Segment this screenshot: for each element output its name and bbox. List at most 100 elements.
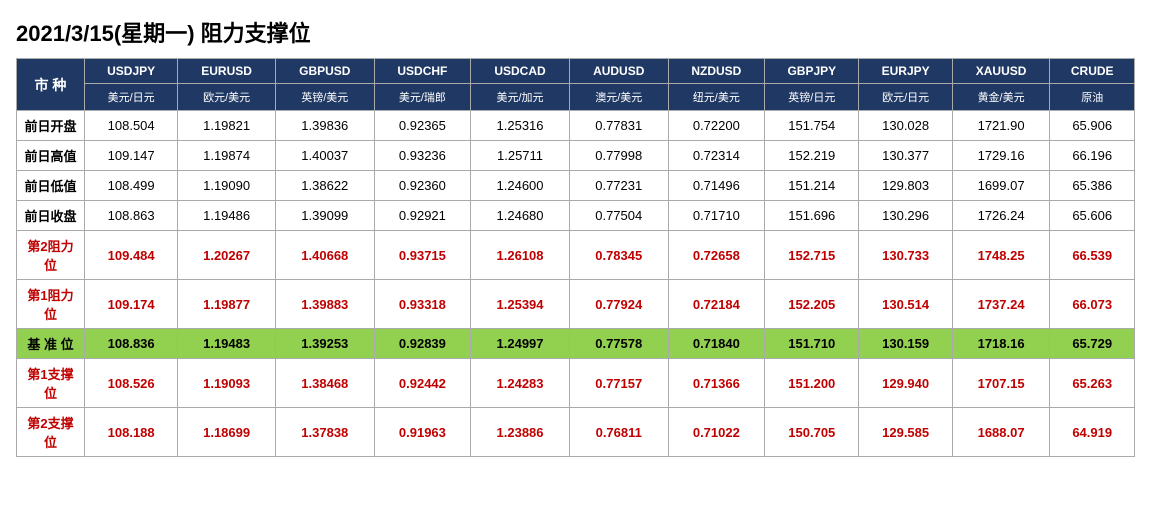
header-usdjpy: USDJPY [85, 59, 178, 84]
cell-4-audusd: 0.78345 [569, 231, 668, 280]
cell-4-usdjpy: 109.484 [85, 231, 178, 280]
table-row: 前日收盘108.8631.194861.390990.929211.246800… [17, 201, 1135, 231]
cell-6-eurjpy: 130.159 [859, 329, 952, 359]
header-nzdusd: NZDUSD [668, 59, 765, 84]
header-sub-audusd: 澳元/美元 [569, 84, 668, 111]
cell-3-crude: 65.606 [1050, 201, 1135, 231]
cell-3-usdcad: 1.24680 [471, 201, 570, 231]
cell-5-usdjpy: 109.174 [85, 280, 178, 329]
row-label-2: 前日低值 [17, 171, 85, 201]
cell-5-eurusd: 1.19877 [178, 280, 276, 329]
cell-0-crude: 65.906 [1050, 111, 1135, 141]
cell-3-usdchf: 0.92921 [374, 201, 471, 231]
cell-7-usdjpy: 108.526 [85, 359, 178, 408]
cell-4-xauusd: 1748.25 [952, 231, 1050, 280]
cell-2-usdchf: 0.92360 [374, 171, 471, 201]
cell-8-crude: 64.919 [1050, 408, 1135, 457]
cell-2-eurjpy: 129.803 [859, 171, 952, 201]
cell-4-gbpusd: 1.40668 [275, 231, 374, 280]
table-row: 基 准 位108.8361.194831.392530.928391.24997… [17, 329, 1135, 359]
cell-2-nzdusd: 0.71496 [668, 171, 765, 201]
cell-4-usdcad: 1.26108 [471, 231, 570, 280]
table-row: 第1支撑位108.5261.190931.384680.924421.24283… [17, 359, 1135, 408]
cell-7-usdchf: 0.92442 [374, 359, 471, 408]
cell-8-nzdusd: 0.71022 [668, 408, 765, 457]
header-sub-usdchf: 美元/瑞郎 [374, 84, 471, 111]
cell-8-gbpjpy: 150.705 [765, 408, 859, 457]
cell-5-gbpusd: 1.39883 [275, 280, 374, 329]
cell-7-nzdusd: 0.71366 [668, 359, 765, 408]
cell-6-usdcad: 1.24997 [471, 329, 570, 359]
table-row: 第2阻力位109.4841.202671.406680.937151.26108… [17, 231, 1135, 280]
cell-1-nzdusd: 0.72314 [668, 141, 765, 171]
cell-1-usdcad: 1.25711 [471, 141, 570, 171]
cell-8-eurjpy: 129.585 [859, 408, 952, 457]
cell-1-eurusd: 1.19874 [178, 141, 276, 171]
header-sub-usdcad: 美元/加元 [471, 84, 570, 111]
cell-3-gbpjpy: 151.696 [765, 201, 859, 231]
table-row: 第1阻力位109.1741.198771.398830.933181.25394… [17, 280, 1135, 329]
cell-5-usdchf: 0.93318 [374, 280, 471, 329]
cell-5-usdcad: 1.25394 [471, 280, 570, 329]
cell-1-eurjpy: 130.377 [859, 141, 952, 171]
cell-1-xauusd: 1729.16 [952, 141, 1050, 171]
cell-5-nzdusd: 0.72184 [668, 280, 765, 329]
cell-5-eurjpy: 130.514 [859, 280, 952, 329]
cell-8-eurusd: 1.18699 [178, 408, 276, 457]
row-label-4: 第2阻力位 [17, 231, 85, 280]
row-label-3: 前日收盘 [17, 201, 85, 231]
cell-4-nzdusd: 0.72658 [668, 231, 765, 280]
cell-4-usdchf: 0.93715 [374, 231, 471, 280]
cell-7-eurjpy: 129.940 [859, 359, 952, 408]
row-label-0: 前日开盘 [17, 111, 85, 141]
price-table: 市 种USDJPYEURUSDGBPUSDUSDCHFUSDCADAUDUSDN… [16, 58, 1135, 457]
header-audusd: AUDUSD [569, 59, 668, 84]
cell-5-crude: 66.073 [1050, 280, 1135, 329]
cell-0-audusd: 0.77831 [569, 111, 668, 141]
cell-3-eurusd: 1.19486 [178, 201, 276, 231]
cell-0-usdjpy: 108.504 [85, 111, 178, 141]
header-sub-eurjpy: 欧元/日元 [859, 84, 952, 111]
cell-0-usdchf: 0.92365 [374, 111, 471, 141]
cell-5-gbpjpy: 152.205 [765, 280, 859, 329]
cell-2-crude: 65.386 [1050, 171, 1135, 201]
cell-1-usdjpy: 109.147 [85, 141, 178, 171]
cell-0-gbpjpy: 151.754 [765, 111, 859, 141]
cell-7-eurusd: 1.19093 [178, 359, 276, 408]
cell-6-eurusd: 1.19483 [178, 329, 276, 359]
cell-1-gbpjpy: 152.219 [765, 141, 859, 171]
header-sub-gbpusd: 英镑/美元 [275, 84, 374, 111]
header-sub-gbpjpy: 英镑/日元 [765, 84, 859, 111]
cell-4-eurjpy: 130.733 [859, 231, 952, 280]
cell-7-gbpjpy: 151.200 [765, 359, 859, 408]
header-sub-eurusd: 欧元/美元 [178, 84, 276, 111]
header-crude: CRUDE [1050, 59, 1135, 84]
cell-0-eurusd: 1.19821 [178, 111, 276, 141]
cell-5-xauusd: 1737.24 [952, 280, 1050, 329]
cell-8-usdcad: 1.23886 [471, 408, 570, 457]
cell-8-usdchf: 0.91963 [374, 408, 471, 457]
cell-2-usdcad: 1.24600 [471, 171, 570, 201]
table-row: 前日高值109.1471.198741.400370.932361.257110… [17, 141, 1135, 171]
cell-6-audusd: 0.77578 [569, 329, 668, 359]
header-label: 市 种 [17, 59, 85, 111]
table-row: 第2支撑位108.1881.186991.378380.919631.23886… [17, 408, 1135, 457]
row-label-6: 基 准 位 [17, 329, 85, 359]
cell-1-gbpusd: 1.40037 [275, 141, 374, 171]
cell-8-xauusd: 1688.07 [952, 408, 1050, 457]
cell-4-crude: 66.539 [1050, 231, 1135, 280]
cell-2-gbpusd: 1.38622 [275, 171, 374, 201]
cell-6-crude: 65.729 [1050, 329, 1135, 359]
cell-0-nzdusd: 0.72200 [668, 111, 765, 141]
cell-8-usdjpy: 108.188 [85, 408, 178, 457]
cell-3-usdjpy: 108.863 [85, 201, 178, 231]
cell-4-eurusd: 1.20267 [178, 231, 276, 280]
table-row: 前日低值108.4991.190901.386220.923601.246000… [17, 171, 1135, 201]
cell-1-audusd: 0.77998 [569, 141, 668, 171]
cell-3-audusd: 0.77504 [569, 201, 668, 231]
cell-3-gbpusd: 1.39099 [275, 201, 374, 231]
header-gbpusd: GBPUSD [275, 59, 374, 84]
cell-7-gbpusd: 1.38468 [275, 359, 374, 408]
header-eurusd: EURUSD [178, 59, 276, 84]
cell-6-usdjpy: 108.836 [85, 329, 178, 359]
